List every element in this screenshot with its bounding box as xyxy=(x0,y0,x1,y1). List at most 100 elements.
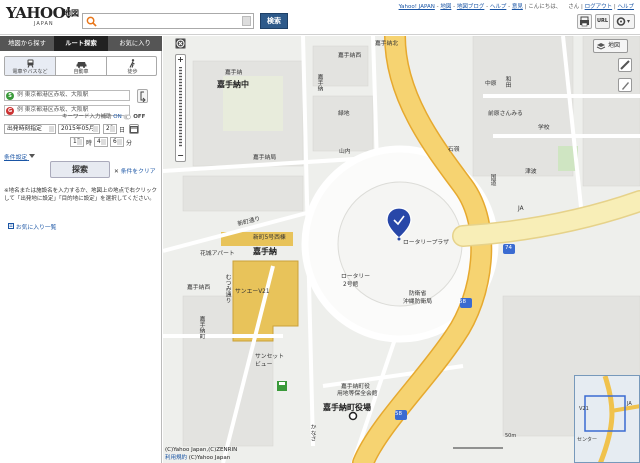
search-clear-button[interactable] xyxy=(242,16,251,26)
map-label: 用地等保全会館 xyxy=(337,391,378,397)
road-label: むつみ通り xyxy=(224,274,230,303)
minute-tens-select[interactable]: 4 xyxy=(94,137,108,147)
map-label: 花城アパート xyxy=(200,251,235,257)
copyright-text: (C)Yahoo Japan xyxy=(188,455,231,461)
map-copyright-2: 利用規約 (C)Yahoo Japan xyxy=(165,453,230,461)
chevron-down-icon xyxy=(29,154,36,158)
hour-select[interactable]: 15 xyxy=(70,137,84,147)
sidebar-tabs: 地図から探す ルート探索 お気に入り xyxy=(0,36,162,51)
minimap-label: V21 xyxy=(579,406,589,412)
route-search-button[interactable]: 探索 xyxy=(50,161,110,178)
link-yahoo[interactable]: Yahoo! JAPAN xyxy=(399,4,435,10)
map-type-button[interactable]: 地図 xyxy=(593,39,628,53)
map-label: 山内 xyxy=(339,149,351,155)
map-label: 新町5号西棟 xyxy=(253,235,286,241)
link-blog[interactable]: 地図ブログ xyxy=(457,4,485,10)
day-select[interactable]: 28 xyxy=(103,124,117,134)
settings-button[interactable] xyxy=(613,14,635,29)
instruction-note: ※地名または施設名を入力するか、地図上の地点で右クリックして「出発地に設定」「目… xyxy=(4,188,158,202)
zoom-slider[interactable]: + − xyxy=(175,54,186,162)
car-icon xyxy=(76,62,86,68)
search-icon xyxy=(86,16,97,27)
map-label: 中原 xyxy=(485,81,497,87)
calendar-button[interactable] xyxy=(129,124,139,134)
map-label: JA xyxy=(518,206,524,212)
map-label: 2号館 xyxy=(343,282,359,288)
map-label: 学校 xyxy=(538,125,550,131)
route-shield: 74 xyxy=(505,245,512,251)
map-label: 石嶺 xyxy=(448,147,460,153)
minimap-label: センター xyxy=(577,437,598,443)
tab-map-search[interactable]: 地図から探す xyxy=(0,36,54,51)
map-label: 津波 xyxy=(525,169,537,175)
map-label: 嘉手納局 xyxy=(253,155,277,161)
close-map-button[interactable] xyxy=(175,38,186,49)
zoom-track[interactable] xyxy=(179,67,182,147)
map-label: 前原さんみる xyxy=(488,111,523,117)
mode-label: 自動車 xyxy=(73,69,89,75)
scale-label: 50m xyxy=(505,433,517,439)
search-input[interactable] xyxy=(82,13,254,29)
map-label: 嘉手納西 xyxy=(338,53,362,59)
logo-sub-text: JAPAN xyxy=(34,21,54,27)
link-feedback[interactable]: 意見 xyxy=(512,4,523,10)
help-link[interactable]: ヘルプ xyxy=(617,4,634,10)
minute-select[interactable]: 6 xyxy=(110,137,124,147)
overview-minimap[interactable]: V21 センター JA xyxy=(574,375,640,463)
greeting: こんにちは、 xyxy=(528,4,562,10)
link-map[interactable]: 地図 xyxy=(440,4,451,10)
year-month-select[interactable]: 2015年05月 xyxy=(58,124,100,134)
time-mode-select[interactable]: 出発時刻指定 xyxy=(4,124,56,134)
map-label: サンエーV21 xyxy=(235,289,270,295)
map-label: 嘉手納西 xyxy=(187,285,211,291)
calendar-icon xyxy=(130,126,138,133)
route-sidebar: 地図から探す ルート探索 お気に入り 電車やバスなど 自動車 徒歩 S 例 東京… xyxy=(0,36,162,463)
map-canvas[interactable]: 嘉手納中 嘉手納 嘉手納局 嘉手納西 嘉手納北 緑地 山内 嘉手納 前原さんみる… xyxy=(163,36,640,463)
zoom-out-icon[interactable]: − xyxy=(176,151,185,161)
header: YAHOO! JAPAN 地図 検索 Yahoo! JAPAN - 地図 - 地… xyxy=(0,0,640,35)
favorites-list-link[interactable]: お気に入り一覧 xyxy=(8,222,56,231)
zoom-in-icon[interactable]: + xyxy=(176,55,185,65)
toggle-icon[interactable] xyxy=(123,114,132,120)
measure-button[interactable] xyxy=(618,58,632,72)
keyword-off[interactable]: OFF xyxy=(133,114,145,120)
search-button[interactable]: 検索 xyxy=(260,13,288,29)
link-help[interactable]: ヘルプ xyxy=(490,4,507,10)
url-button[interactable]: URL xyxy=(595,14,610,29)
clear-conditions-link[interactable]: ✕ 条件をクリア xyxy=(114,166,156,175)
keyword-on[interactable]: ON xyxy=(113,114,121,120)
print-icon xyxy=(580,16,589,27)
minute-unit: 分 xyxy=(126,140,133,147)
goal-badge: G xyxy=(6,107,14,115)
transport-mode-selector: 電車やバスなど 自動車 徒歩 xyxy=(4,56,157,76)
walk-icon xyxy=(129,59,135,68)
condition-settings-link[interactable]: 条件設定 xyxy=(4,152,36,161)
mode-label: 徒歩 xyxy=(127,69,138,75)
tab-route-search[interactable]: ルート探索 xyxy=(54,36,108,51)
mode-walk[interactable]: 徒歩 xyxy=(107,57,158,75)
tab-favorites[interactable]: お気に入り xyxy=(108,36,162,51)
print-button[interactable] xyxy=(577,14,592,29)
keyword-label: キーワード入力補助 xyxy=(62,114,112,120)
close-icon: ✕ xyxy=(114,169,119,175)
map-label: 嘉手納 xyxy=(225,70,243,76)
train-icon xyxy=(27,59,33,68)
day-unit: 日 xyxy=(119,127,126,134)
logo-map-text: 地図 xyxy=(63,9,79,18)
draw-button[interactable] xyxy=(618,78,632,92)
close-icon xyxy=(176,39,185,48)
route-shield: 58 xyxy=(459,299,466,305)
clear-label: 条件をクリア xyxy=(120,169,156,175)
terms-link[interactable]: 利用規約 xyxy=(165,455,187,461)
swap-button[interactable] xyxy=(137,89,148,103)
logout-link[interactable]: ログアウト xyxy=(585,4,613,10)
map-label: 嘉手納北 xyxy=(375,41,399,47)
user-suffix: さん xyxy=(568,4,580,10)
condition-label: 条件設定 xyxy=(4,155,28,161)
mode-label: 電車やバスなど xyxy=(12,69,48,75)
map-label: 嘉手納町 xyxy=(198,316,204,340)
mode-train-bus[interactable]: 電車やバスなど xyxy=(5,57,56,75)
start-input[interactable]: S 例 東京都港区赤坂、大阪駅 xyxy=(4,90,130,101)
mode-car[interactable]: 自動車 xyxy=(56,57,107,75)
yahoo-logo[interactable]: YAHOO! JAPAN 地図 xyxy=(6,5,84,31)
